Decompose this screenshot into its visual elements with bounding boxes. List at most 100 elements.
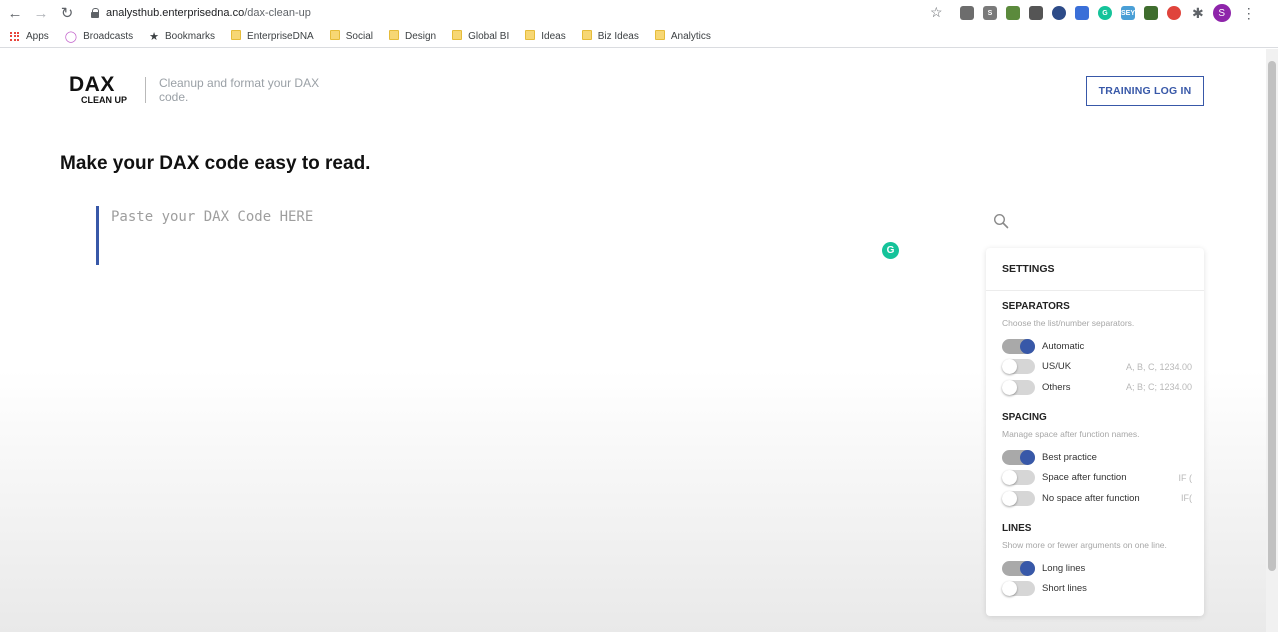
toggle-switch[interactable] [1002,338,1035,354]
bookmark-star-icon[interactable]: ☆ [930,4,943,21]
option-label: Long lines [1042,562,1086,574]
option-best-practice[interactable]: Best practice [1002,449,1192,465]
screenshot-ext-icon[interactable] [960,6,974,20]
bookmarks-bar: Apps ◯ Broadcasts ★ Bookmarks EnterpriseDNA So… [0,26,1278,48]
grammarly-icon[interactable]: G [882,242,899,259]
browser-toolbar: ← → ↻ analysthub.enterprisedna.co/dax-cl… [0,0,1278,26]
option-hint: A; B; C; 1234.00 [1125,382,1192,393]
grammarly-ext-icon[interactable]: G [1098,6,1112,20]
back-arrow-icon[interactable]: ← [4,2,26,24]
settings-section-separators: SEPARATORS Choose the list/number separat… [1002,301,1192,395]
folder-icon [231,30,242,43]
bookmark-label: Social [345,31,373,42]
address-bar[interactable]: analysthub.enterprisedna.co/dax-clean-up [80,2,950,24]
option-label: No space after function [1042,492,1140,504]
folder-icon [329,30,340,43]
section-description: Choose the list/number separators. [1002,318,1135,328]
bookmark-label: Analytics [670,31,711,42]
option-us-uk[interactable]: US/UK A, B, C, 1234.00 [1002,359,1192,375]
bookmark-enterprisedna[interactable]: EnterpriseDNA [231,30,314,43]
section-description: Manage space after function names. [1002,429,1140,439]
toggle-knob [1002,379,1017,395]
bookmark-global-bi[interactable]: Global BI [452,30,509,43]
toggle-switch[interactable] [1002,359,1035,375]
leaf-ext-icon[interactable] [1144,6,1158,20]
option-label: US/UK [1042,361,1072,373]
skype-ext-icon[interactable]: S [983,6,997,20]
folder-icon [525,30,536,43]
option-automatic[interactable]: Automatic [1002,338,1192,354]
training-login-button[interactable]: TRAINING LOG IN [1086,76,1204,106]
bookmark-analytics[interactable]: Analytics [654,30,711,43]
circle-ext-icon[interactable] [1052,6,1066,20]
reload-icon[interactable]: ↻ [56,2,78,24]
target-ext-icon[interactable] [1167,6,1181,20]
url-path: /dax-clean-up [244,7,311,19]
bookmark-label: Bookmarks [165,31,216,42]
option-label: Space after function [1042,472,1127,484]
toggle-knob [1020,338,1035,354]
option-short-lines[interactable]: Short lines [1002,581,1192,597]
logo-divider [145,77,146,103]
toggle-switch[interactable] [1002,560,1035,576]
option-label: Others [1042,381,1071,393]
folder-icon [452,30,463,43]
toggle-knob [1020,560,1035,576]
toggle-switch[interactable] [1002,490,1035,506]
profile-avatar[interactable]: S [1212,4,1231,22]
settings-section-lines: LINES Show more or fewer arguments on one… [1002,523,1192,597]
folder-icon [581,30,592,43]
option-label: Short lines [1042,583,1087,595]
toggle-switch[interactable] [1002,449,1035,465]
bookmark-broadcasts[interactable]: ◯ Broadcasts [65,30,133,43]
toggle-knob [1020,449,1035,465]
option-hint: IF( [1181,493,1192,504]
bookmark-label: EnterpriseDNA [247,31,314,42]
dax-code-editor[interactable]: Paste your DAX Code HERE [111,209,313,225]
settings-section-spacing: SPACING Manage space after function names… [1002,412,1192,506]
forward-arrow-icon[interactable]: → [30,2,52,24]
evernote-ext-icon[interactable] [1006,6,1020,20]
toggle-knob [1002,359,1017,375]
toggle-switch[interactable] [1002,379,1035,395]
dax-cleanup-logo[interactable]: DAX CLEAN UP [69,74,131,107]
sey-ext-icon[interactable]: SEY [1121,6,1135,20]
bookmark-apps[interactable]: Apps [10,31,49,42]
bookmark-biz-ideas[interactable]: Biz Ideas [581,30,639,43]
menu-kebab-icon[interactable]: ⋮ [1242,5,1256,22]
keep-ext-icon[interactable] [1029,6,1043,20]
bookmark-label: Apps [26,31,49,42]
editor-accent-bar [96,206,99,265]
settings-panel: SETTINGS SEPARATORS Choose the list/numbe… [986,248,1204,616]
toggle-knob [1002,581,1017,597]
bookmark-ideas[interactable]: Ideas [525,30,566,43]
page-scrollbar[interactable] [1266,49,1278,632]
option-others[interactable]: Others A; B; C; 1234.00 [1002,379,1192,395]
option-hint: IF ( [1178,472,1193,483]
section-title: SPACING [1002,412,1047,423]
section-title: LINES [1002,523,1032,534]
toggle-switch[interactable] [1002,581,1035,597]
scrollbar-thumb[interactable] [1268,61,1276,571]
reader-ext-icon[interactable] [1075,6,1089,20]
url-host: analysthub.enterprisedna.co [106,7,245,19]
lock-icon [90,8,100,18]
option-space-after-function[interactable]: Space after function IF ( [1002,470,1192,486]
folder-icon [388,30,399,43]
option-hint: A, B, C, 1234.00 [1125,361,1192,372]
bookmark-label: Ideas [541,31,566,42]
tagline: Cleanup and format your DAX code. [159,76,320,104]
toggle-switch[interactable] [1002,470,1035,486]
option-long-lines[interactable]: Long lines [1002,560,1192,576]
toggle-knob [1002,470,1017,486]
bookmark-social[interactable]: Social [329,30,373,43]
extensions-puzzle-icon[interactable]: ✱ [1192,5,1204,22]
section-title: SEPARATORS [1002,301,1070,312]
option-no-space-after-function[interactable]: No space after function IF( [1002,490,1192,506]
option-label: Automatic [1042,340,1085,352]
extension-icons: S G SEY ✱ S ⋮ [960,4,1256,22]
search-icon[interactable] [993,213,1009,229]
section-description: Show more or fewer arguments on one line… [1002,540,1167,550]
bookmark-design[interactable]: Design [388,30,436,43]
bookmark-bookmarks[interactable]: ★ Bookmarks [149,30,215,43]
